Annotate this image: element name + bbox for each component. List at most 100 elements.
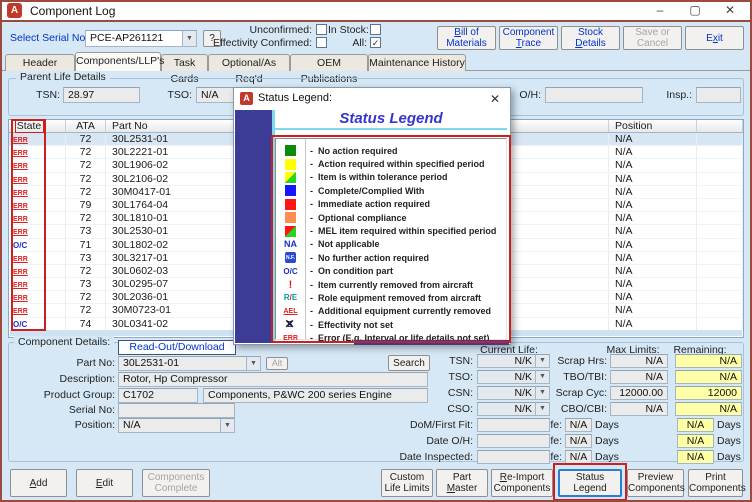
dateinspected-field[interactable] <box>477 450 550 464</box>
trailing-cell <box>697 291 743 304</box>
add-button[interactable]: Add <box>10 469 67 497</box>
ohlife-max-field[interactable]: N/A <box>565 434 592 448</box>
current-csn-label: CSN: <box>447 387 473 399</box>
exit-button[interactable]: Exit <box>685 26 744 50</box>
legend-entry: - Item is within tolerance period <box>276 171 506 184</box>
read-out-download-link[interactable]: Read-Out/Download <box>118 340 236 355</box>
state-cell: O/C <box>9 317 46 330</box>
app-icon: A <box>7 3 22 18</box>
tab-task-cards[interactable]: Task Cards <box>161 54 208 85</box>
trailing-cell <box>697 159 743 172</box>
blank-cell <box>46 238 66 251</box>
legend-dash: - <box>310 306 313 317</box>
legend-entry-label: Optional compliance <box>318 212 407 223</box>
cbocbi-max-field[interactable]: N/A <box>610 402 668 416</box>
state-cell: ERR <box>9 291 46 304</box>
position-combobox[interactable]: N/A ▼ <box>118 418 235 433</box>
state-cell: ERR <box>9 264 46 278</box>
tab-components-llp-s[interactable]: Components/LLP's <box>75 52 164 71</box>
tab-header-details[interactable]: Header Details <box>5 54 75 85</box>
tbotbi-max-field[interactable]: N/A <box>610 370 668 384</box>
status-legend-button[interactable]: Status Legend <box>558 469 622 497</box>
saveor-cancel-button: Save or Cancel <box>623 26 682 50</box>
preview-components-button[interactable]: Preview Components <box>627 469 685 497</box>
unconfirmed-checkbox[interactable] <box>316 24 327 35</box>
position-cell: N/A <box>609 304 697 317</box>
state-cell: ERR <box>9 159 46 172</box>
minimize-icon[interactable]: – <box>645 0 675 21</box>
tab-maintenance-history[interactable]: Maintenance History <box>368 54 466 71</box>
custom-lifelimits-button[interactable]: Custom Life Limits <box>381 469 433 497</box>
legend-dash: - <box>310 145 313 156</box>
scraphrs-label: Scrap Hrs: <box>557 355 607 367</box>
legend-dash: - <box>310 212 313 223</box>
state-cell: ERR <box>9 225 46 238</box>
window-title: Component Log <box>30 4 116 18</box>
legend-dash: - <box>310 172 313 183</box>
blank-cell <box>46 198 66 212</box>
effectivity-not-set-badge-icon: E ✕ <box>284 317 295 332</box>
part-no-combobox[interactable]: 30L2531-01 ▼ <box>118 356 261 371</box>
position-cell: N/A <box>609 198 697 212</box>
legend-dash: - <box>310 279 313 290</box>
tab-optional-as-req-d[interactable]: Optional/As Req'd <box>208 54 290 85</box>
serial-no-label: Serial No: <box>68 404 115 416</box>
scraplife-max-field[interactable]: N/A <box>565 418 592 432</box>
search-button[interactable]: Search <box>388 355 430 371</box>
mel-swatch-icon <box>276 225 305 237</box>
maximize-icon[interactable]: ▢ <box>680 0 710 21</box>
product-group-code-field[interactable]: C1702 <box>118 388 198 403</box>
description-field[interactable]: Rotor, Hp Compressor <box>118 372 428 387</box>
scraphrs-max-field[interactable]: N/A <box>610 354 668 368</box>
all-checkbox[interactable]: ✓ <box>370 37 381 48</box>
column-header-ata[interactable]: ATA <box>66 120 106 132</box>
parent-oh-field[interactable] <box>545 87 643 103</box>
parent-tsn-field[interactable]: 28.97 <box>63 87 140 103</box>
chevron-down-icon[interactable]: ▼ <box>220 419 234 432</box>
yellow-swatch-icon <box>276 158 305 170</box>
scrapcyc-max-field[interactable]: 12000.00 <box>610 386 668 400</box>
product-group-name-field[interactable]: Components, P&WC 200 series Engine <box>203 388 428 403</box>
stock-details-button[interactable]: Stock Details <box>561 26 620 50</box>
column-header-blank5[interactable] <box>697 120 743 132</box>
position-label: Position: <box>74 419 115 431</box>
print-components-button[interactable]: Print Components <box>688 469 746 497</box>
chevron-down-icon[interactable]: ▼ <box>182 31 196 46</box>
dialog-banner-band <box>235 110 272 343</box>
re-import-components-button[interactable]: Re-Import Components <box>491 469 553 497</box>
domfirstfit-field[interactable] <box>477 418 550 432</box>
window-titlebar[interactable]: A Component Log – ▢ ✕ <box>0 0 752 22</box>
trailing-cell <box>697 278 743 291</box>
column-header-blank1[interactable] <box>46 120 66 132</box>
column-header-state[interactable]: State <box>9 120 46 132</box>
serial-no-field[interactable] <box>118 403 235 418</box>
blank-cell <box>46 278 66 291</box>
legend-entry: O/C - On condition part <box>276 265 506 278</box>
ohlife-days-unit: Days <box>595 435 619 447</box>
billof-materials-button[interactable]: Bill of Materials <box>437 26 496 50</box>
close-icon[interactable]: ✕ <box>486 91 504 107</box>
legend-dash: - <box>310 319 313 330</box>
close-icon[interactable]: ✕ <box>715 0 745 21</box>
instock-checkbox[interactable] <box>370 24 381 35</box>
na-badge-icon: NA <box>284 239 297 250</box>
part-master-button[interactable]: Part Master <box>436 469 488 497</box>
ohlife-remaining-field: N/A <box>677 434 714 448</box>
effectivityconfirmed-checkbox[interactable] <box>316 37 327 48</box>
ata-cell: 72 <box>66 264 106 278</box>
dateoh-field[interactable] <box>477 434 550 448</box>
trailing-cell <box>697 251 743 264</box>
tbotbi-label: TBO/TBI: <box>563 371 607 383</box>
component-trace-button[interactable]: Component Trace <box>499 26 558 50</box>
edit-button[interactable]: Edit <box>76 469 133 497</box>
serial-combobox[interactable]: PCE-AP261121 ▼ <box>85 30 197 47</box>
chevron-down-icon[interactable]: ▼ <box>246 357 260 370</box>
dialog-titlebar[interactable]: A Status Legend: ✕ <box>234 88 510 110</box>
insplife-max-field[interactable]: N/A <box>565 450 592 464</box>
column-header-position[interactable]: Position <box>609 120 697 132</box>
state-cell: ERR <box>9 185 46 198</box>
tab-oem-publications[interactable]: OEM Publications <box>290 54 368 85</box>
dateinspected-label: Date Inspected: <box>399 451 473 463</box>
dateoh-label: Date O/H: <box>426 435 473 447</box>
parent-insp-field[interactable] <box>696 87 741 103</box>
